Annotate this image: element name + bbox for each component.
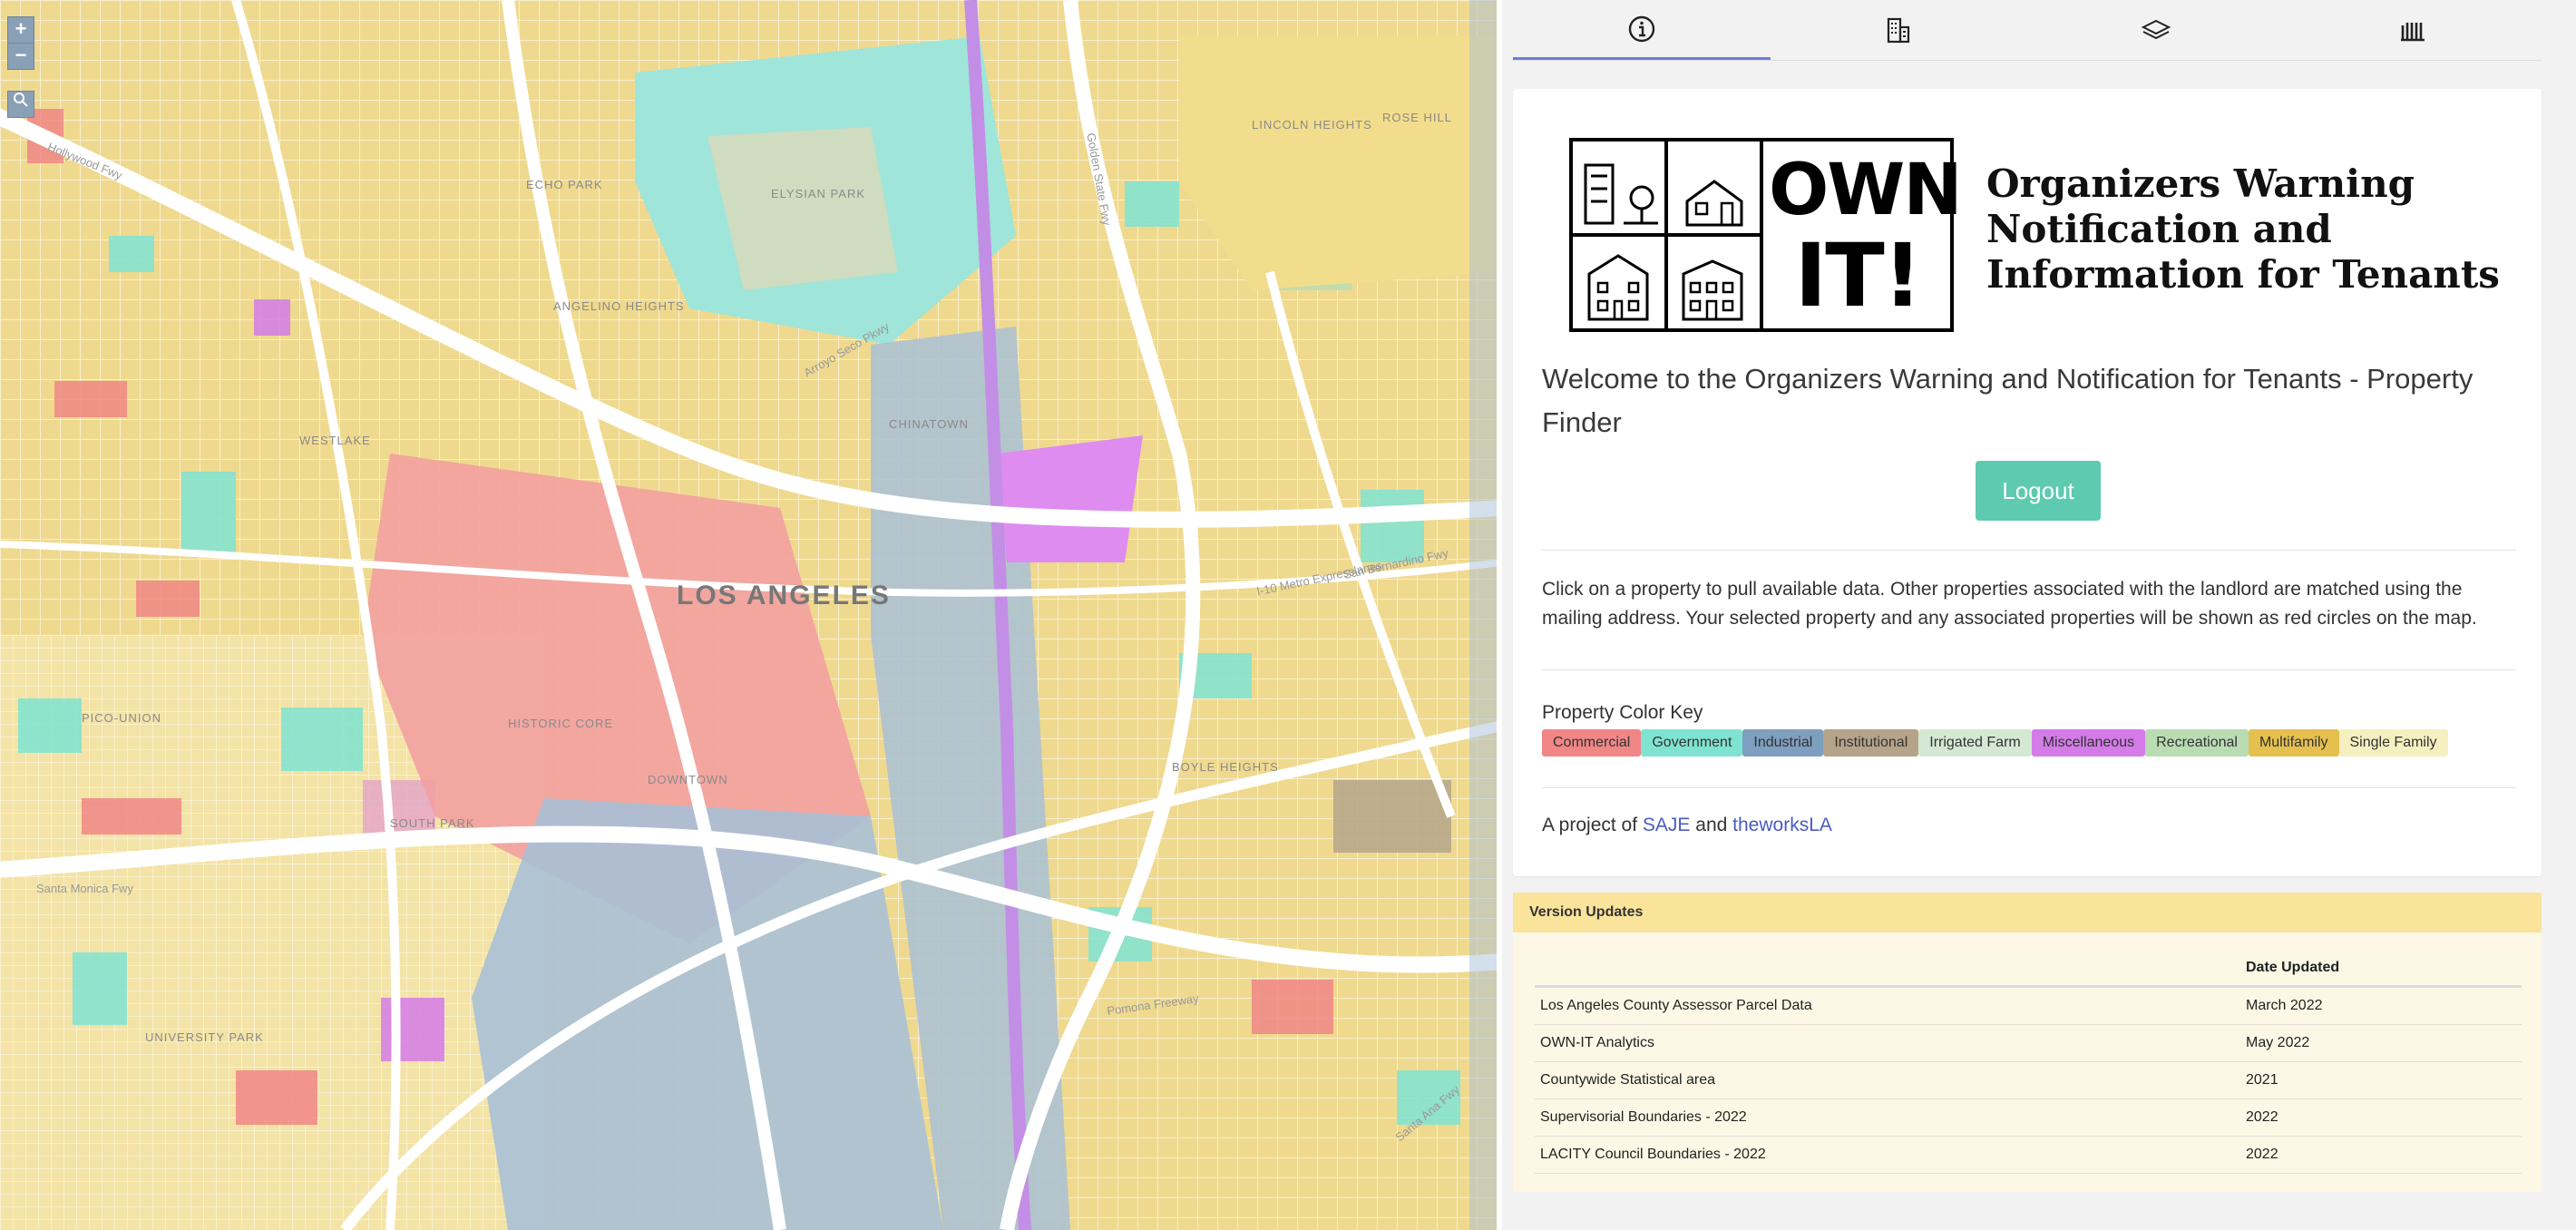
version-updates-table: Date Updated Los Angeles County Assessor… bbox=[1535, 951, 2522, 1174]
map-label-angelino-heights: ANGELINO HEIGHTS bbox=[553, 299, 685, 313]
info-card: OWN IT! Organizers Warning Notification … bbox=[1513, 89, 2542, 876]
own-it-logo: OWN IT! bbox=[1569, 138, 1963, 332]
map-label-downtown: DOWNTOWN bbox=[648, 773, 728, 786]
map-label-historic-core: HISTORIC CORE bbox=[508, 717, 614, 730]
project-credit: A project of SAJE and theworksLA bbox=[1542, 815, 1832, 836]
divider bbox=[1542, 787, 2516, 788]
zoom-out-button[interactable]: − bbox=[7, 44, 34, 70]
color-key-miscellaneous: Miscellaneous bbox=[2031, 729, 2146, 757]
color-key-recreational: Recreational bbox=[2145, 729, 2249, 757]
zoom-in-button[interactable]: + bbox=[7, 16, 34, 44]
map-label-santa-monica-fwy: Santa Monica Fwy bbox=[36, 882, 133, 895]
version-updates-header: Version Updates bbox=[1513, 893, 2542, 932]
color-key-multifamily: Multifamily bbox=[2248, 729, 2339, 757]
map-label-chinatown: CHINATOWN bbox=[889, 417, 969, 431]
map-label-los-angeles: LOS ANGELES bbox=[677, 581, 891, 610]
map-label-lincoln-heights: LINCOLN HEIGHTS bbox=[1252, 118, 1372, 132]
instructions-text: Click on a property to pull available da… bbox=[1542, 579, 2477, 629]
parcel-layer[interactable] bbox=[0, 0, 1502, 1230]
map-label-echo-park: ECHO PARK bbox=[526, 178, 603, 191]
table-row: LACITY Council Boundaries - 2022 2022 bbox=[1535, 1136, 2522, 1174]
saje-link[interactable]: SAJE bbox=[1643, 815, 1691, 835]
tab-analytics[interactable] bbox=[2285, 0, 2542, 60]
logo-own-text: OWN bbox=[1769, 150, 1963, 231]
layers-icon bbox=[2141, 19, 2171, 40]
tab-property[interactable] bbox=[1771, 0, 2028, 60]
theworksla-link[interactable]: theworksLA bbox=[1732, 815, 1832, 835]
dataset-date: March 2022 bbox=[2240, 986, 2522, 1025]
dataset-name: Los Angeles County Assessor Parcel Data bbox=[1535, 986, 2240, 1025]
column-header-dataset bbox=[1535, 951, 2240, 988]
map-label-boyle-heights: BOYLE HEIGHTS bbox=[1172, 760, 1279, 774]
map-label-university-park: UNIVERSITY PARK bbox=[145, 1030, 264, 1044]
version-updates-panel: Date Updated Los Angeles County Assessor… bbox=[1513, 932, 2542, 1192]
logo-it-text: IT! bbox=[1794, 225, 1923, 327]
dataset-date: 2022 bbox=[2240, 1136, 2522, 1174]
search-icon bbox=[14, 93, 28, 107]
color-key-industrial: Industrial bbox=[1742, 729, 1824, 757]
tab-info[interactable] bbox=[1513, 0, 1771, 60]
zoom-control: + − bbox=[7, 16, 34, 70]
divider bbox=[1542, 669, 2516, 670]
color-key-title: Property Color Key bbox=[1542, 702, 1703, 723]
map-label-pico-union: PICO-UNION bbox=[82, 711, 161, 725]
tab-layers[interactable] bbox=[2027, 0, 2285, 60]
logout-button[interactable]: Logout bbox=[1976, 461, 2101, 521]
map-search-button[interactable] bbox=[7, 91, 34, 118]
column-header-date: Date Updated bbox=[2240, 951, 2522, 988]
building-icon bbox=[1888, 17, 1910, 44]
parcel-map[interactable]: LOS ANGELES ELYSIAN PARK ECHO PARK ANGEL… bbox=[0, 0, 1502, 1230]
map-label-elysian-park: ELYSIAN PARK bbox=[771, 187, 865, 200]
map-label-westlake: WESTLAKE bbox=[299, 434, 371, 447]
dataset-date: 2022 bbox=[2240, 1098, 2522, 1137]
chart-bars-icon bbox=[2401, 23, 2425, 42]
table-header-row: Date Updated bbox=[1535, 951, 2522, 988]
table-row: Countywide Statistical area 2021 bbox=[1535, 1061, 2522, 1099]
dataset-date: 2021 bbox=[2240, 1061, 2522, 1099]
sidebar-panel: OWN IT! Organizers Warning Notification … bbox=[1502, 0, 2576, 1230]
info-icon bbox=[1628, 15, 1654, 42]
project-prefix: A project of bbox=[1542, 815, 1638, 835]
divider bbox=[1542, 550, 2516, 551]
dataset-name: LACITY Council Boundaries - 2022 bbox=[1535, 1136, 2240, 1174]
welcome-heading: Welcome to the Organizers Warning and No… bbox=[1542, 363, 2474, 438]
table-row: Los Angeles County Assessor Parcel Data … bbox=[1535, 986, 2522, 1025]
color-key-commercial: Commercial bbox=[1542, 729, 1642, 757]
logo-title: Organizers Warning Notification and Info… bbox=[1986, 161, 2500, 297]
color-key-institutional: Institutional bbox=[1823, 729, 1919, 757]
color-key-legend: Commercial Government Industrial Institu… bbox=[1542, 729, 2448, 757]
dataset-name: Supervisorial Boundaries - 2022 bbox=[1535, 1098, 2240, 1137]
color-key-single-family: Single Family bbox=[2338, 729, 2448, 757]
dataset-date: May 2022 bbox=[2240, 1024, 2522, 1062]
map-label-south-park: SOUTH PARK bbox=[390, 816, 475, 830]
color-key-irrigated-farm: Irrigated Farm bbox=[1918, 729, 2032, 757]
map-label-rose-hill: ROSE HILL bbox=[1382, 111, 1452, 124]
table-row: OWN-IT Analytics May 2022 bbox=[1535, 1024, 2522, 1062]
dataset-name: Countywide Statistical area bbox=[1535, 1061, 2240, 1099]
color-key-government: Government bbox=[1641, 729, 1743, 757]
table-row: Supervisorial Boundaries - 2022 2022 bbox=[1535, 1098, 2522, 1137]
dataset-name: OWN-IT Analytics bbox=[1535, 1024, 2240, 1062]
project-and: and bbox=[1695, 815, 1728, 835]
sidebar-tabs bbox=[1513, 0, 2542, 61]
